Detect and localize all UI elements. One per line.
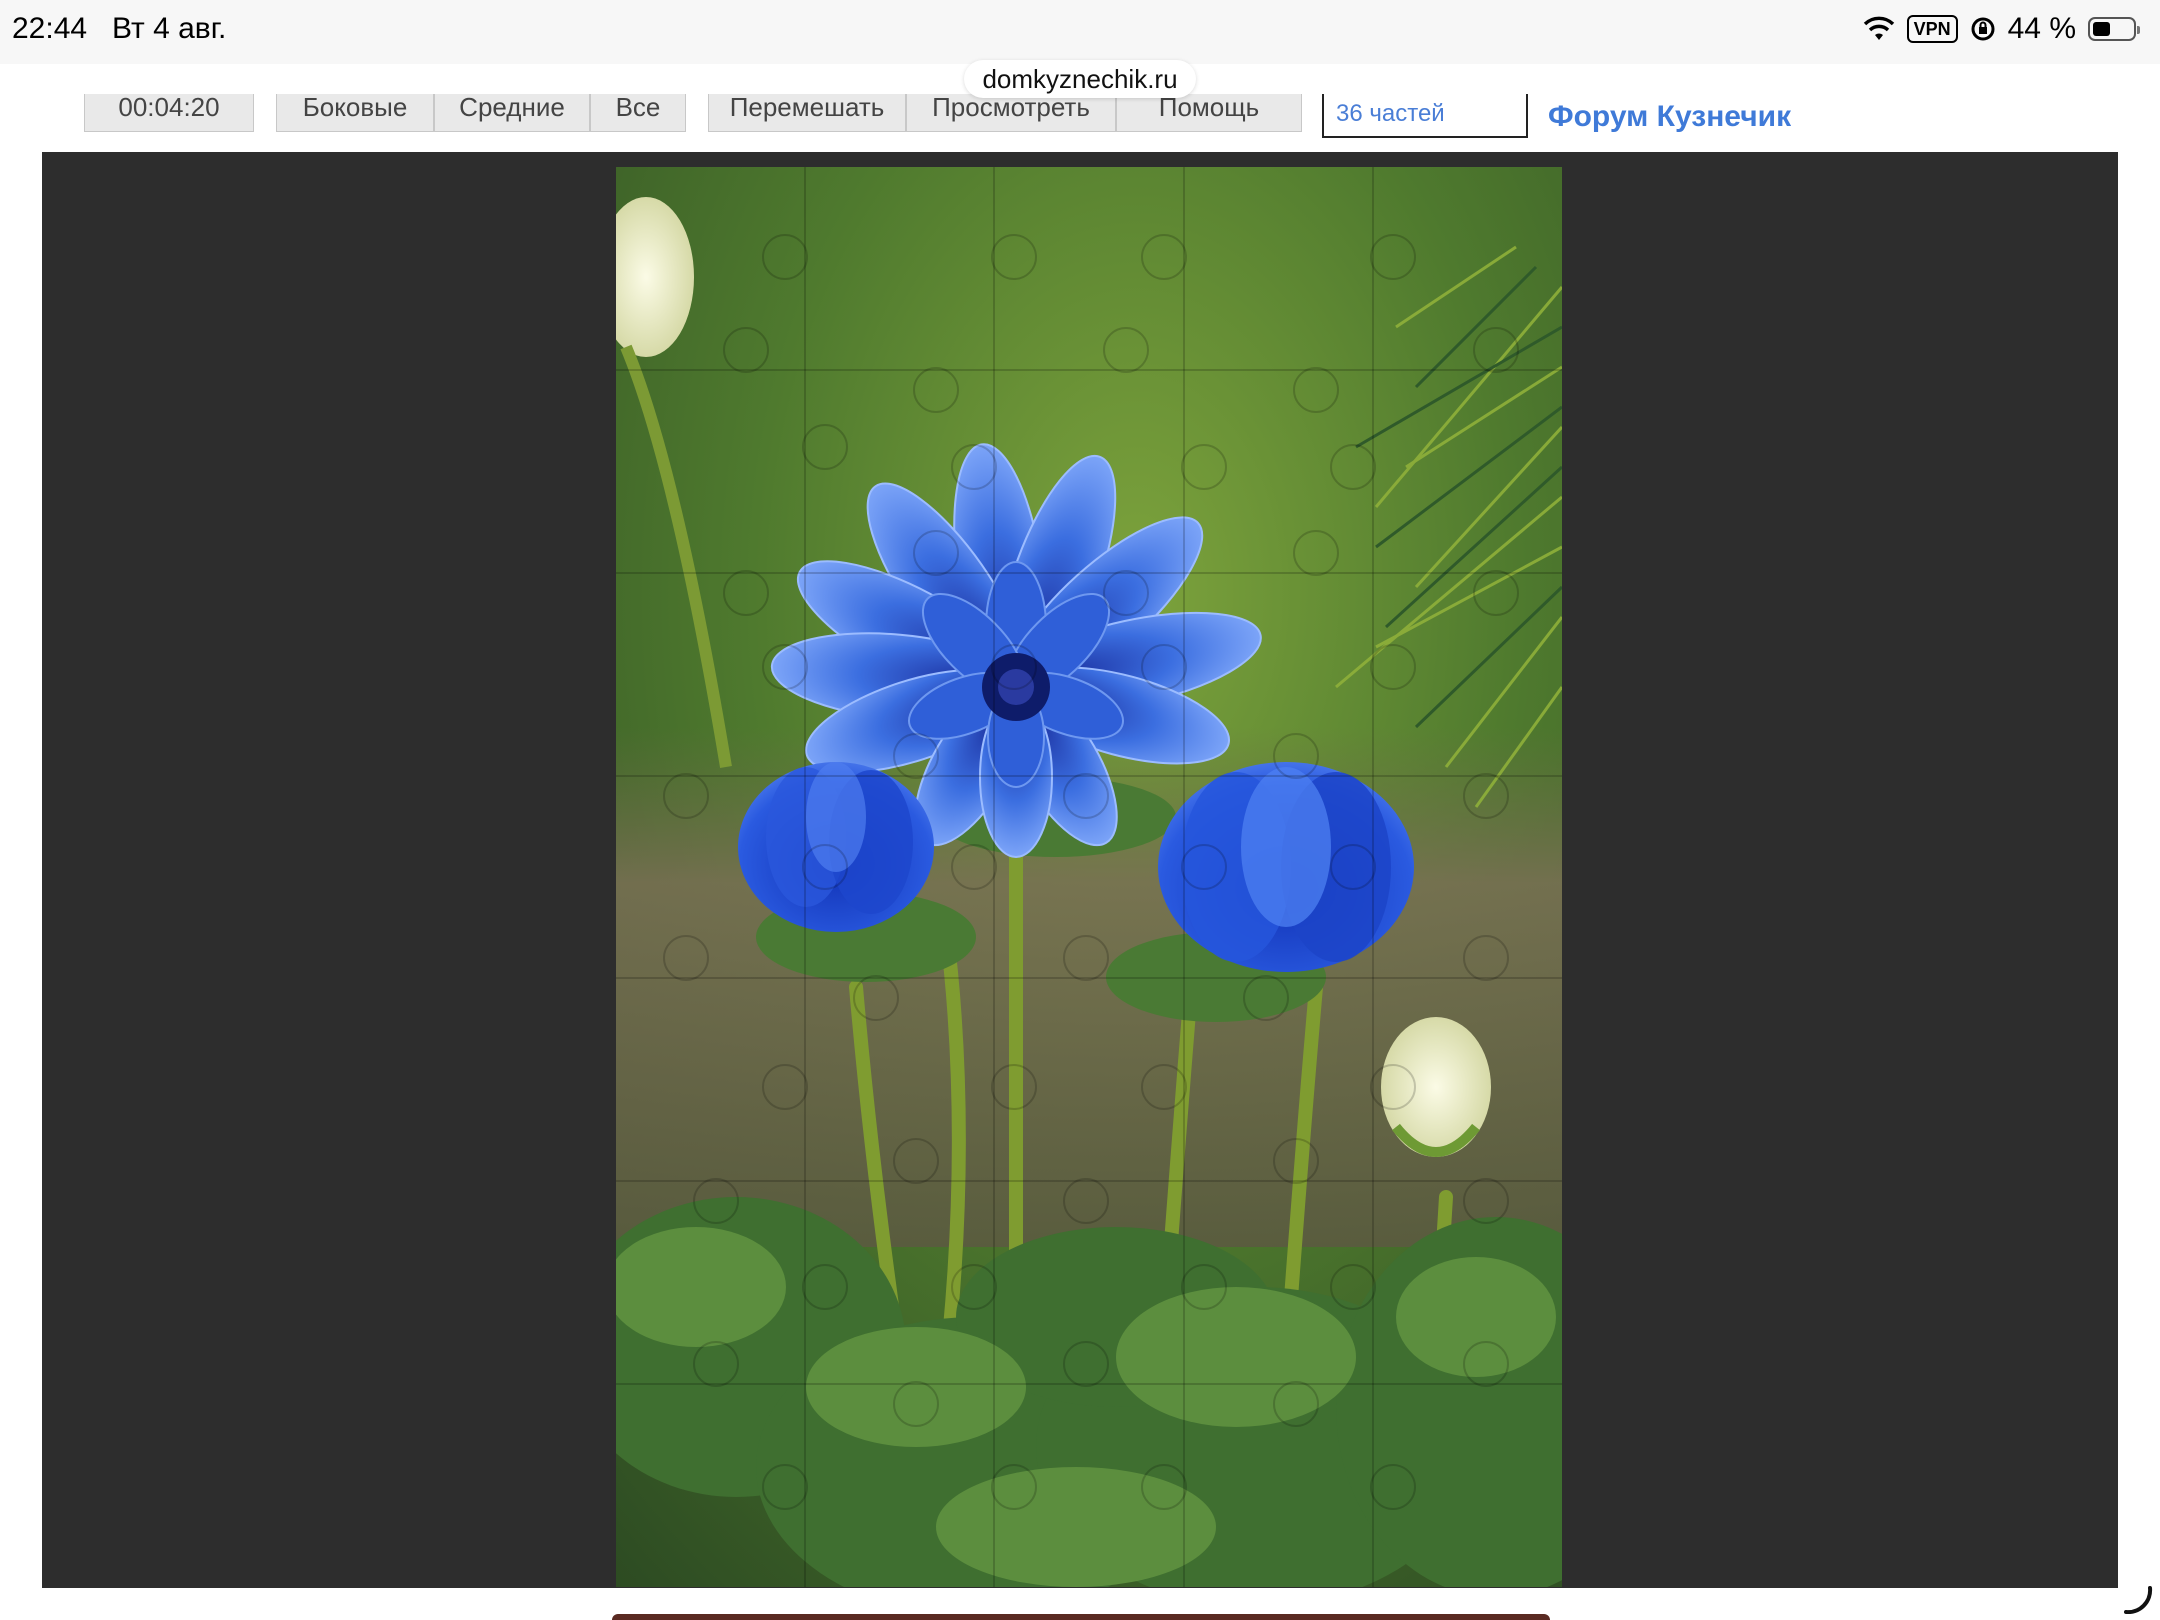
status-bar: 22:44 Вт 4 авг. VPN 44 % (0, 0, 2160, 64)
date: Вт 4 авг. (112, 12, 227, 45)
preview-button[interactable]: Просмотреть (906, 94, 1116, 132)
puzzle-image[interactable] (616, 167, 1562, 1587)
all-button[interactable]: Все (590, 94, 686, 132)
edges-button[interactable]: Боковые (276, 94, 434, 132)
forum-link[interactable]: Форум Кузнечик (1548, 94, 1791, 138)
rotation-lock-icon (1971, 17, 1995, 41)
clock: 22:44 (12, 12, 88, 45)
status-icons: VPN 44 % (1863, 12, 2140, 46)
loading-spinner-icon (2124, 1586, 2153, 1614)
bottom-panel-edge (612, 1614, 1550, 1620)
pieces-select[interactable]: 36 частей (1322, 94, 1528, 138)
battery-icon (2088, 17, 2140, 41)
url-bar[interactable]: domkyznechik.ru (964, 60, 1196, 98)
battery-percent: 44 % (2007, 12, 2076, 45)
wifi-icon (1863, 16, 1894, 40)
timer-display: 00:04:20 (84, 94, 254, 132)
middle-button[interactable]: Средние (434, 94, 590, 132)
help-button[interactable]: Помощь (1116, 94, 1302, 132)
shuffle-button[interactable]: Перемешать (708, 94, 906, 132)
vpn-icon: VPN (1906, 15, 1958, 43)
puzzle-board (42, 152, 2118, 1588)
